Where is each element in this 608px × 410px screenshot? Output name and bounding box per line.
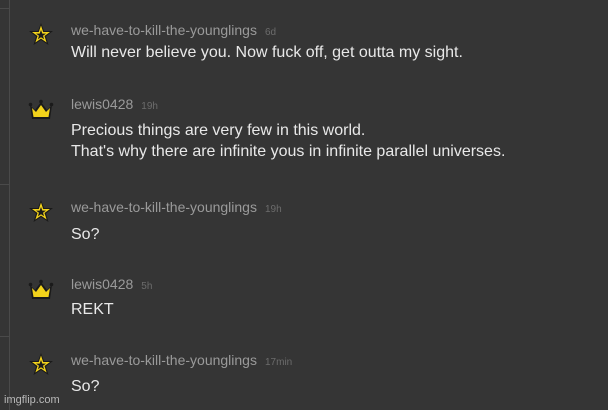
timestamp: 17min [264, 357, 293, 368]
comment-meta: lewis0428 5h [71, 276, 152, 294]
comment-body: Will never believe you. Now fuck off, ge… [71, 42, 463, 63]
thread-line [9, 0, 10, 410]
comment-text-line: So? [71, 378, 100, 395]
comment-body: So? [71, 224, 99, 245]
thread-tick [0, 336, 9, 337]
username-link[interactable]: we-have-to-kill-the-younglings [71, 22, 257, 38]
comment-text-line: Will never believe you. Now fuck off, ge… [71, 44, 463, 61]
thread-tick [0, 8, 9, 9]
comment-text-line: REKT [71, 301, 114, 318]
username-link[interactable]: we-have-to-kill-the-younglings [71, 352, 257, 368]
star-icon [28, 22, 54, 46]
comment-meta: lewis0428 19h [71, 96, 158, 114]
timestamp: 5h [141, 281, 153, 292]
username-link[interactable]: lewis0428 [71, 96, 133, 112]
thread-tick [0, 184, 9, 185]
comment-thread: we-have-to-kill-the-younglings 6d Will ne… [0, 0, 608, 410]
comment-text-line: Precious things are very few in this wor… [71, 122, 366, 139]
comment-text-line: So? [71, 226, 100, 243]
timestamp: 6d [264, 27, 277, 38]
timestamp: 19h [264, 204, 282, 215]
crown-icon [28, 98, 54, 122]
comment-meta: we-have-to-kill-the-younglings 17min [71, 352, 292, 370]
watermark: imgflip.com [4, 394, 60, 406]
comment-meta: we-have-to-kill-the-younglings 6d [71, 22, 276, 40]
comment-body: REKT [71, 299, 114, 320]
star-icon [28, 199, 54, 223]
username-link[interactable]: we-have-to-kill-the-younglings [71, 199, 257, 215]
star-icon [28, 352, 54, 376]
username-link[interactable]: lewis0428 [71, 276, 133, 292]
comment-text-line: That's why there are infinite yous in in… [71, 143, 506, 160]
crown-icon [28, 278, 54, 302]
comment-body: So? [71, 376, 99, 397]
timestamp: 19h [141, 101, 158, 112]
comment-meta: we-have-to-kill-the-younglings 19h [71, 199, 282, 217]
comment-body: Precious things are very few in this wor… [71, 120, 505, 162]
